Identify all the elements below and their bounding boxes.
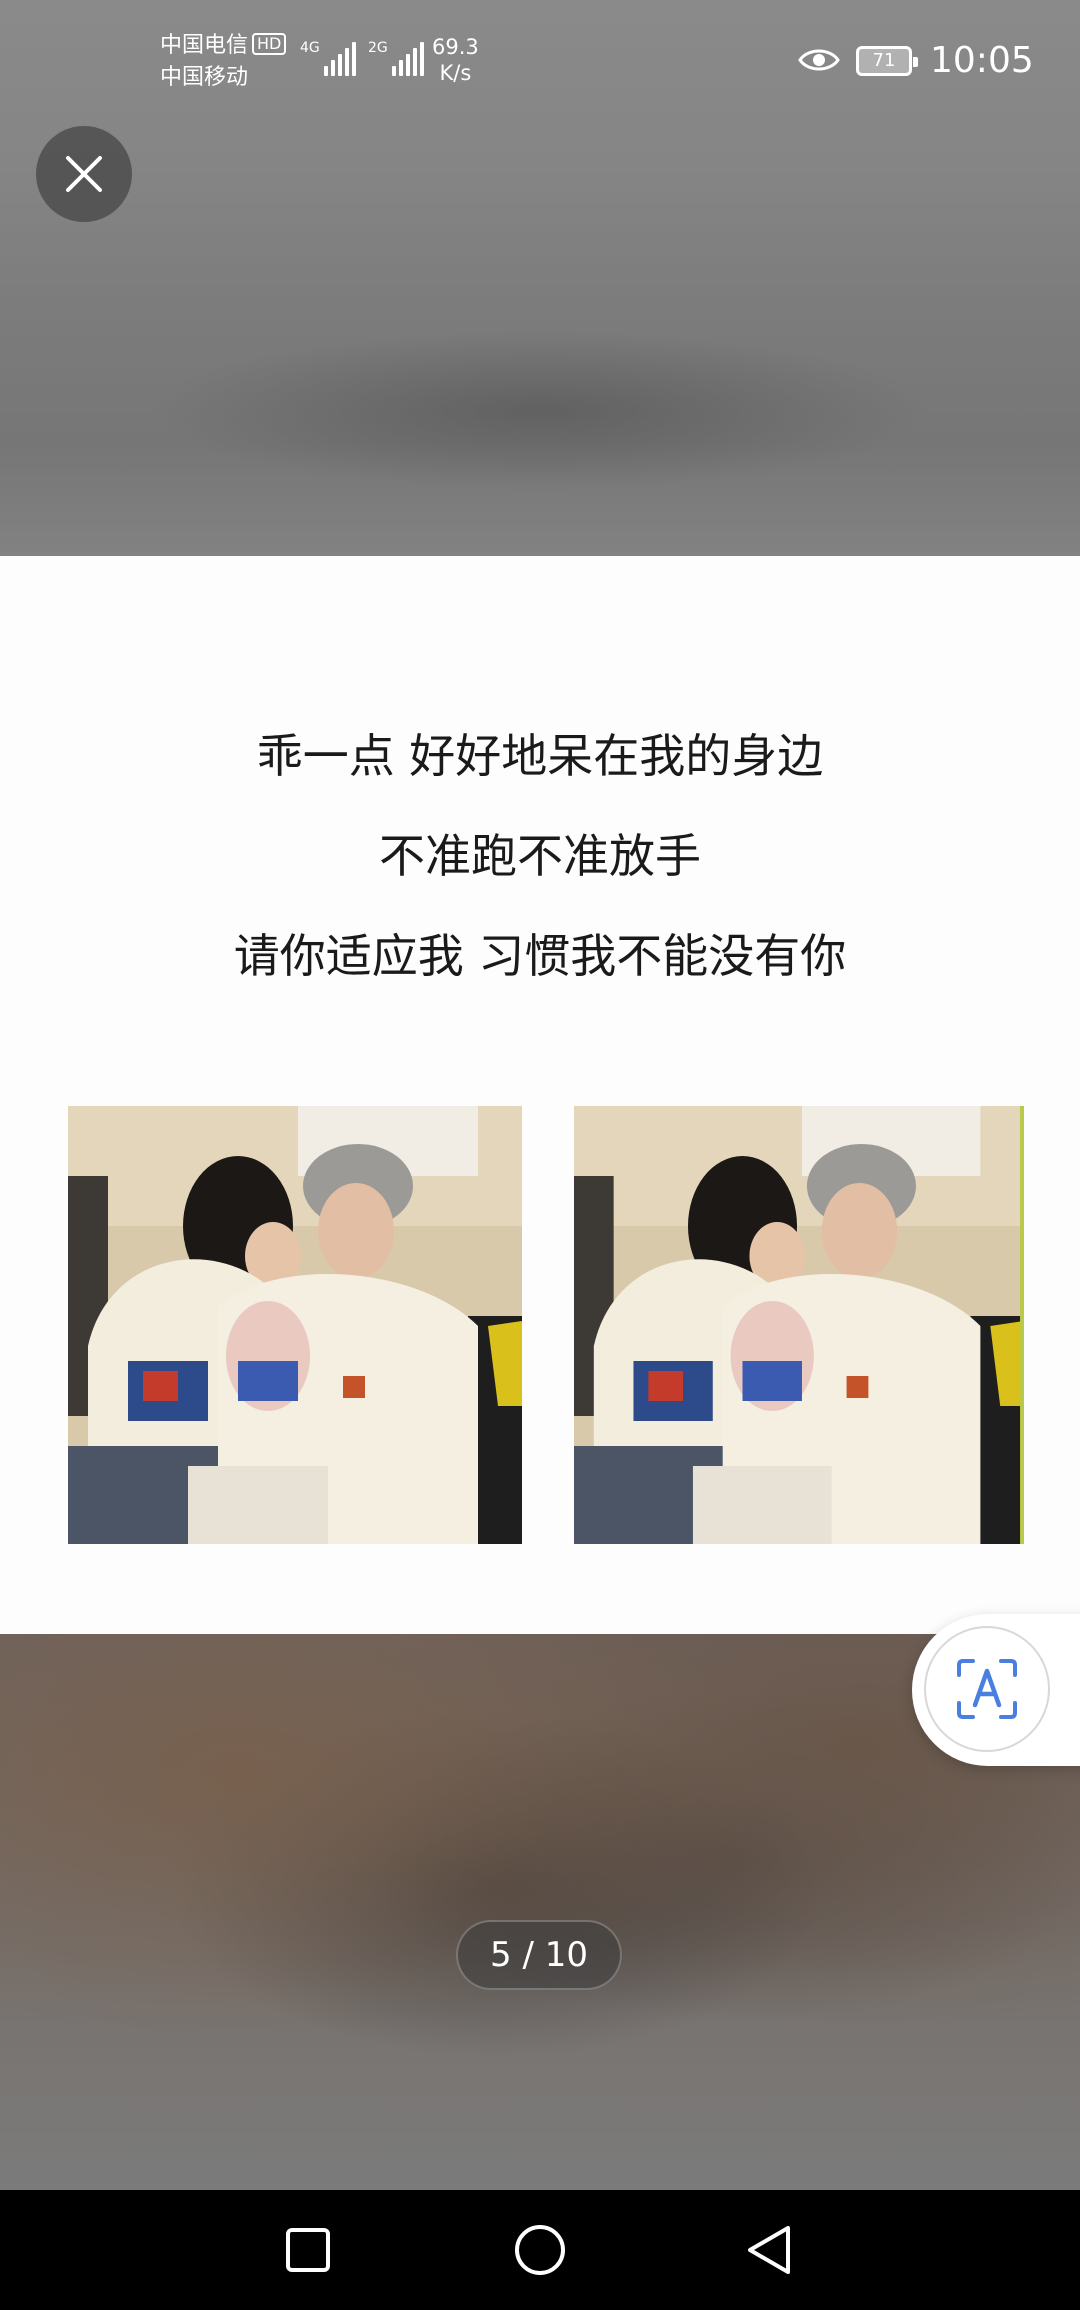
current-image[interactable]: 乖一点 好好地呆在我的身边 不准跑不准放手 请你适应我 习惯我不能没有你 <box>0 556 1080 1634</box>
lyric-line: 不准跑不准放手 <box>379 829 701 883</box>
scan-text-button[interactable] <box>924 1626 1050 1752</box>
network-speed-unit: K/s <box>439 61 472 85</box>
carrier-2-label: 中国移动 <box>160 65 249 90</box>
carrier-1-label: 中国电信 <box>160 33 249 58</box>
scan-text-icon <box>957 1659 1017 1719</box>
sim1-signal-icon: 4G <box>300 40 359 76</box>
square-icon <box>286 2228 330 2272</box>
lyric-line: 请你适应我 习惯我不能没有你 <box>233 929 847 983</box>
home-button[interactable] <box>510 2220 570 2280</box>
hd-badge: HD <box>252 33 287 55</box>
sim1-network-label: 4G <box>300 40 320 56</box>
status-bar: 中国电信 HD 中国移动 4G 2G 69.3 K/s 71 10:05 <box>0 0 1080 120</box>
lyric-line: 乖一点 好好地呆在我的身边 <box>256 729 824 783</box>
sim2-signal-icon: 2G <box>368 40 427 76</box>
network-speed: 69.3 K/s <box>432 34 479 86</box>
battery-level: 71 <box>872 50 896 71</box>
couple-photo-left <box>68 1106 522 1544</box>
clock: 10:05 <box>930 40 1034 81</box>
triangle-back-icon <box>748 2226 790 2274</box>
carrier-info: 中国电信 HD 中国移动 <box>160 30 287 94</box>
close-button[interactable] <box>36 126 132 222</box>
couple-photo-right <box>574 1106 1024 1544</box>
close-icon <box>66 156 102 192</box>
lyrics-text: 乖一点 好好地呆在我的身边 不准跑不准放手 请你适应我 习惯我不能没有你 <box>0 706 1080 1006</box>
circle-icon <box>515 2225 565 2275</box>
sim2-network-label: 2G <box>368 40 388 56</box>
recent-apps-button[interactable] <box>278 2220 338 2280</box>
eye-comfort-icon <box>798 49 840 71</box>
navigation-bar <box>0 2190 1080 2310</box>
page-counter: 5 / 10 <box>456 1920 622 1990</box>
network-speed-value: 69.3 <box>432 35 479 59</box>
back-button[interactable] <box>740 2220 800 2280</box>
battery-icon: 71 <box>856 46 918 76</box>
